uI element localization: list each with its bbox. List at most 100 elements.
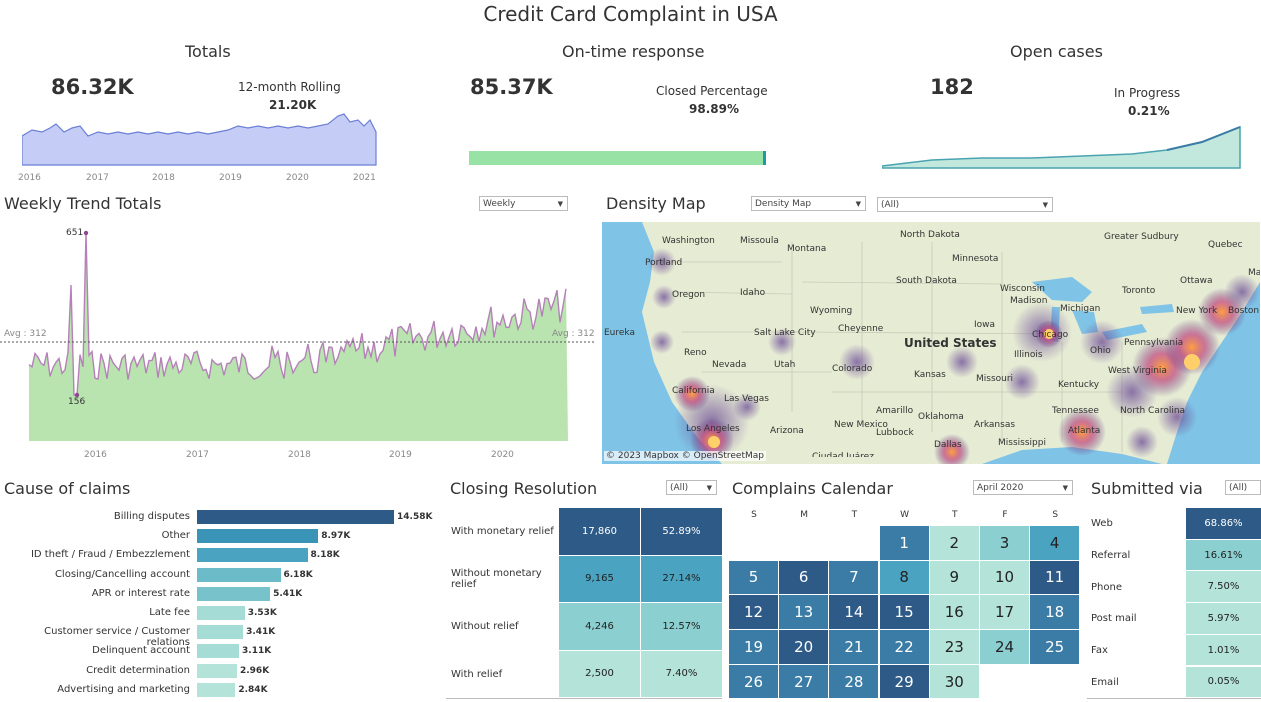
totals-sparkline [22,113,377,166]
calendar-dow-label: M [800,510,809,520]
cause-bar[interactable] [197,644,240,659]
closing-table: With monetary relief 17,860 52.89% Without … [446,508,722,699]
submitted-cell-pct[interactable]: 7.50% [1186,571,1261,603]
calendar-day[interactable]: 11 [1030,560,1080,595]
map-label: Iowa [974,320,996,330]
calendar-day[interactable]: 13 [779,595,829,629]
calendar-day[interactable]: 18 [1030,595,1080,629]
calendar-day[interactable]: 14 [829,595,879,629]
closing-cell-count[interactable]: 2,500 [559,650,640,697]
map-label: Illinois [1014,350,1043,360]
calendar-day[interactable]: 16 [929,595,979,629]
weekly-avg-left: Avg : 312 [4,329,47,339]
ontime-sub-label: Closed Percentage [656,84,768,98]
totals-x-tick: 2018 [152,173,175,183]
map-label: New York [1176,306,1218,316]
closing-cell-pct[interactable]: 27.14% [641,555,722,602]
closing-cell-pct[interactable]: 12.57% [641,603,722,650]
calendar-day[interactable]: 21 [829,630,879,664]
cause-bar[interactable] [197,529,319,544]
ontime-title: On-time response [562,42,705,61]
calendar-day[interactable]: 4 [1030,526,1080,560]
calendar-day[interactable]: 6 [779,560,829,595]
submitted-cell-pct[interactable]: 16.61% [1186,539,1261,571]
submitted-cell-pct[interactable]: 5.97% [1186,603,1261,634]
cause-bar[interactable] [197,510,394,524]
weekly-x-tick: 2020 [491,450,514,460]
calendar-day[interactable]: 25 [1030,630,1080,664]
cause-bar-value: 6.18K [283,569,313,580]
submitted-row-label: Post mail [1091,613,1137,625]
cause-bar[interactable] [197,682,236,697]
calendar-day[interactable]: 3 [980,526,1029,560]
calendar-day[interactable]: 2 [929,526,979,560]
map-label: West Virginia [1108,366,1167,376]
closing-cell-pct[interactable]: 7.40% [641,650,722,697]
calendar-day[interactable]: 12 [729,595,778,629]
weekly-avg-right: Avg : 312 [552,329,595,339]
submitted-cell-pct[interactable]: 0.05% [1186,666,1261,698]
closing-cell-count[interactable]: 4,246 [559,603,640,650]
map-label: Chicago [1032,330,1069,340]
cause-bar-value: 3.41K [246,627,276,638]
map-label: Minnesota [952,254,999,264]
cause-bar-value: 8.18K [310,550,340,561]
calendar-month-dropdown[interactable]: April 2020 ▼ [973,480,1073,495]
calendar-day[interactable]: 17 [980,595,1029,629]
calendar-day[interactable]: 10 [980,560,1029,595]
submitted-row-label: Referral [1091,550,1131,562]
calendar-day[interactable]: 5 [729,560,778,595]
calendar-dow-label: W [900,510,910,520]
weekly-filter-dropdown[interactable]: Weekly ▼ [479,196,568,211]
calendar-day[interactable]: 28 [829,664,879,699]
chevron-down-icon: ▼ [1062,484,1068,492]
map-filter-dropdown[interactable]: (All) ▼ [877,197,1053,212]
cause-bar[interactable] [197,548,308,563]
submitted-filter-dropdown[interactable]: (All) [1225,480,1261,495]
cause-bar-value: 5.41K [273,588,303,599]
ontime-bar-track [469,151,766,165]
calendar-day[interactable]: 22 [879,630,929,664]
calendar-day[interactable]: 15 [879,595,929,629]
calendar-day[interactable]: 26 [729,664,778,699]
map-label: Amarillo [876,406,914,416]
cause-bar[interactable] [197,663,237,678]
calendar-day[interactable]: 9 [929,560,979,595]
map-label: Los Angeles [686,424,740,434]
submitted-cell-pct[interactable]: 68.86% [1186,508,1261,539]
map-type-dropdown[interactable]: Density Map ▼ [751,196,866,211]
map-label: Ohio [1090,346,1111,356]
submitted-filter-value: (All) [1229,483,1248,493]
submitted-cell-pct[interactable]: 1.01% [1186,634,1261,666]
weekly-x-tick: 2016 [84,450,107,460]
calendar-day[interactable]: 23 [929,630,979,664]
weekly-trend-chart [0,230,595,441]
closing-row-label: With monetary relief [451,526,554,538]
closing-title: Closing Resolution [450,479,598,498]
map-label: Ottawa [1180,276,1213,286]
calendar-day[interactable]: 19 [729,630,778,664]
density-map[interactable]: Washington Missoula Montana North Dakota Min… [602,222,1260,464]
calendar-day[interactable]: 27 [779,664,829,699]
calendar-day[interactable]: 1 [879,526,929,560]
cause-bar[interactable] [197,606,245,620]
cause-bar[interactable] [197,567,281,582]
chevron-down-icon: ▼ [1042,201,1048,209]
calendar-day[interactable]: 30 [929,664,979,699]
closing-cell-count[interactable]: 9,165 [559,555,640,602]
closing-cell-pct[interactable]: 52.89% [641,508,722,555]
calendar-day[interactable]: 7 [829,560,879,595]
cause-bar[interactable] [197,625,244,640]
calendar-dow-label: S [1052,510,1059,520]
calendar-day[interactable]: 8 [879,560,929,595]
cause-bar[interactable] [197,586,271,601]
closing-cell-count[interactable]: 17,860 [559,508,640,555]
map-label: Kansas [914,370,946,380]
closing-filter-dropdown[interactable]: (All) ▼ [666,480,717,495]
calendar-day[interactable]: 20 [779,630,829,664]
ontime-sub-value: 98.89% [689,102,739,116]
calendar-day[interactable]: 24 [980,630,1029,664]
map-label: Utah [774,360,796,370]
calendar-day[interactable]: 29 [879,664,929,699]
map-label: Toronto [1122,286,1156,296]
